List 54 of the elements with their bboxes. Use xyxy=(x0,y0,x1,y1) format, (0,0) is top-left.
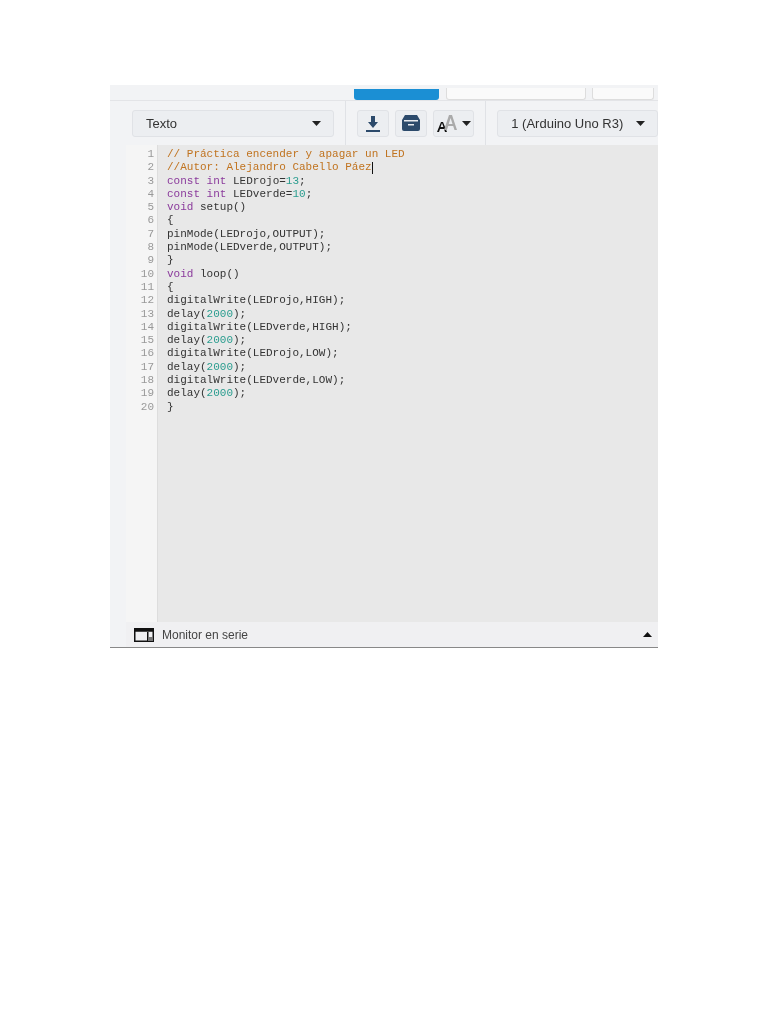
line-number: 7 xyxy=(146,227,155,242)
download-button[interactable] xyxy=(356,109,389,137)
code-line: void setup() xyxy=(167,201,247,215)
caret-icon xyxy=(462,120,472,126)
line-number: 8 xyxy=(146,241,155,255)
line-number: 15 xyxy=(139,334,155,348)
caret-icon xyxy=(311,120,321,126)
line-number: 2 xyxy=(146,161,155,175)
component-dropdown[interactable]: 1 (Arduino Uno R3) xyxy=(497,109,658,137)
line-number: 16 xyxy=(139,347,155,361)
code-line: } xyxy=(167,254,174,268)
code-line: void loop() xyxy=(167,267,240,281)
code-line: delay(2000); xyxy=(167,307,247,321)
code-line: { xyxy=(167,214,174,228)
code-line: // Práctica encender y apagar un LED xyxy=(167,148,405,162)
line-number: 18 xyxy=(139,374,155,388)
code-line: delay(2000); xyxy=(167,360,247,375)
line-number: 5 xyxy=(146,201,155,215)
code-line: const int LEDverde=10; xyxy=(167,187,313,202)
line-number: 1 xyxy=(146,148,155,162)
font-size-icon xyxy=(436,114,459,132)
line-number: 11 xyxy=(139,280,155,295)
code-line: //Autor: Alejandro Cabello Páez xyxy=(167,161,372,175)
line-number: 4 xyxy=(146,187,155,202)
line-number: 9 xyxy=(146,254,155,268)
font-size-button[interactable] xyxy=(433,109,475,137)
code-line: delay(2000); xyxy=(167,334,247,348)
expand-caret-icon[interactable] xyxy=(643,632,652,637)
code-line: delay(2000); xyxy=(167,387,247,401)
code-line: digitalWrite(LEDrojo,HIGH); xyxy=(167,294,346,308)
line-number: 3 xyxy=(146,174,155,188)
code-line: pinMode(LEDverde,OUTPUT); xyxy=(167,241,333,255)
line-number: 17 xyxy=(139,360,155,375)
code-line: pinMode(LEDrojo,OUTPUT); xyxy=(167,227,326,242)
code-line: digitalWrite(LEDrojo,LOW); xyxy=(167,347,339,361)
storage-box-icon xyxy=(402,115,421,131)
download-icon xyxy=(364,114,381,132)
library-button[interactable] xyxy=(394,109,428,137)
line-number: 14 xyxy=(139,320,155,335)
window-icon xyxy=(134,627,154,642)
code-line: digitalWrite(LEDverde,LOW); xyxy=(167,374,346,388)
code-line: { xyxy=(167,280,174,295)
code-line: const int LEDrojo=13; xyxy=(167,174,306,188)
caret-icon xyxy=(636,120,645,126)
serial-monitor-label[interactable]: Monitor en serie xyxy=(162,627,249,642)
line-number: 10 xyxy=(139,267,155,281)
line-number: 20 xyxy=(139,400,155,414)
code-line: digitalWrite(LEDverde,HIGH); xyxy=(167,320,352,335)
line-number: 19 xyxy=(139,387,155,401)
line-number: 13 xyxy=(139,307,155,321)
mode-dropdown[interactable]: Texto xyxy=(132,109,334,137)
line-number: 12 xyxy=(139,294,155,308)
code-line: } xyxy=(167,400,174,414)
line-number: 6 xyxy=(146,214,155,228)
